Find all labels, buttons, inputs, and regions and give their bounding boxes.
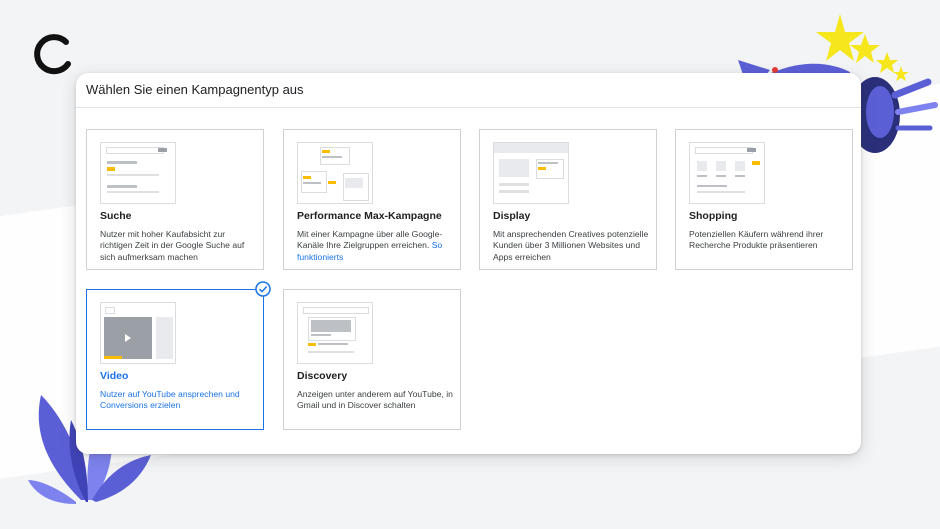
card-search[interactable]: Suche Nutzer mit hoher Kaufabsicht zur r… <box>86 129 264 270</box>
search-thumbnail-icon <box>100 142 176 204</box>
performance-max-thumbnail-icon <box>297 142 373 204</box>
title-divider <box>76 107 861 108</box>
card-video-title: Video <box>100 370 129 382</box>
card-video[interactable]: Video Nutzer auf YouTube ansprechen und … <box>86 281 271 430</box>
dialog-title: Wählen Sie einen Kampagnentyp aus <box>86 82 304 97</box>
card-display-description: Mit ansprechenden Creatives potenzielle … <box>493 229 649 262</box>
card-video-description: Nutzer auf YouTube ansprechen und Conver… <box>100 389 240 411</box>
card-discovery-description: Anzeigen unter anderem auf YouTube, in G… <box>297 389 453 411</box>
card-shopping[interactable]: Shopping Potenziellen Käufern während ih… <box>675 129 853 270</box>
card-shopping-description: Potenziellen Käufern während ihrer Reche… <box>689 229 824 251</box>
card-search-title: Suche <box>100 210 132 222</box>
card-performance-max-description: Mit einer Kampagne über alle Google-Kanä… <box>297 229 453 263</box>
campaign-type-dialog: Wählen Sie einen Kampagnentyp aus Suche … <box>76 73 861 454</box>
shopping-thumbnail-icon <box>689 142 765 204</box>
discovery-thumbnail-icon <box>297 302 373 364</box>
card-performance-max-title: Performance Max-Kampagne <box>297 210 442 222</box>
card-search-description: Nutzer mit hoher Kaufabsicht zur richtig… <box>100 229 245 262</box>
card-display[interactable]: Display Mit ansprechenden Creatives pote… <box>479 129 657 270</box>
card-performance-max[interactable]: Performance Max-Kampagne Mit einer Kampa… <box>283 129 461 270</box>
display-thumbnail-icon <box>493 142 569 204</box>
brand-logo-icon <box>34 34 71 75</box>
selected-check-icon <box>255 281 271 297</box>
card-shopping-title: Shopping <box>689 210 738 222</box>
card-discovery[interactable]: Discovery Anzeigen unter anderem auf You… <box>283 289 461 430</box>
video-thumbnail-icon <box>100 302 176 364</box>
card-performance-max-text: Mit einer Kampagne über alle Google-Kanä… <box>297 229 443 251</box>
card-display-title: Display <box>493 210 531 222</box>
card-discovery-title: Discovery <box>297 370 348 382</box>
